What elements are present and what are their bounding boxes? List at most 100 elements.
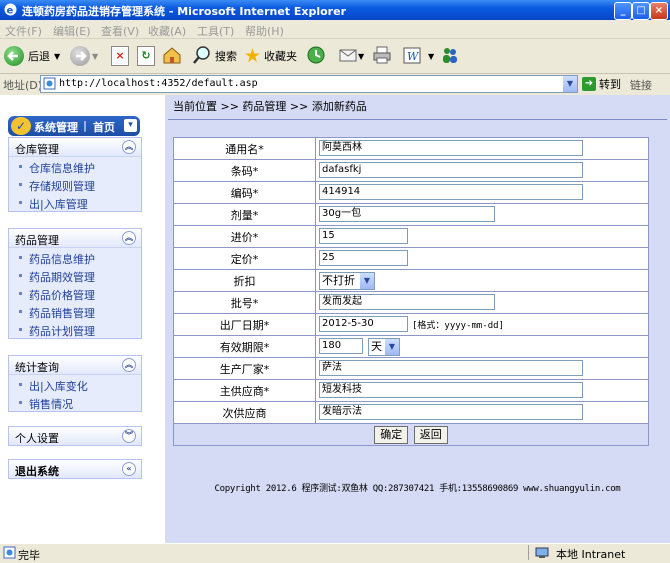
edit-button[interactable]: W ▼ (402, 45, 434, 67)
address-input[interactable]: http://localhost:4352/default.asp ▼ (40, 75, 578, 93)
menu-view[interactable]: 查看(V) (101, 23, 139, 39)
window-title: 连顿药房药品进销存管理系统 - Microsoft Internet Explo… (22, 5, 346, 18)
history-button[interactable] (306, 45, 326, 67)
breadcrumb: 当前位置 >> 药品管理 >> 添加新药品 (173, 100, 367, 113)
sidebar-item-drug-expiry[interactable]: 药品期效管理 (9, 266, 141, 284)
sidebar-section-logout: 退出系统 « (8, 459, 142, 479)
star-icon: ★ (244, 45, 262, 67)
ie-icon: e (3, 2, 18, 17)
batch-input[interactable]: 发而发起 (319, 294, 495, 310)
sidebar-section-drugs: 药品管理 ︽ 药品信息维护 药品期效管理 药品价格管理 药品销售管理 药品计划管… (8, 228, 142, 339)
sidebar-item-sales-status[interactable]: 销售情况 (9, 393, 141, 411)
back-dropdown-icon[interactable]: ▼ (54, 52, 60, 61)
menu-favorites[interactable]: 收藏(A) (148, 23, 186, 39)
go-button[interactable]: ➜ 转到 (582, 75, 621, 92)
second-supplier-input[interactable]: 发暗示法 (319, 404, 583, 420)
close-button[interactable]: × (650, 2, 668, 20)
search-button[interactable]: 搜索 (192, 45, 237, 67)
back-button[interactable]: 返回 (413, 425, 448, 444)
sidebar-item-storage-rules[interactable]: 存储规则管理 (9, 175, 141, 193)
menu-edit[interactable]: 编辑(E) (53, 23, 91, 39)
home-button[interactable] (162, 45, 182, 67)
chevron-down-icon: ▼ (385, 339, 399, 355)
messenger-icon (440, 45, 460, 68)
mail-dropdown-icon[interactable]: ▼ (358, 52, 364, 61)
forward-dropdown-icon[interactable]: ▼ (92, 52, 98, 61)
home-link[interactable]: 首页 (93, 119, 115, 135)
field-label: 次供应商 (173, 401, 316, 424)
collapse-icon[interactable]: ︽ (122, 358, 136, 372)
mail-button[interactable]: ▼ (338, 45, 364, 67)
messenger-button[interactable] (440, 45, 460, 67)
sidebar-item-in-out-change[interactable]: 出|入库变化 (9, 375, 141, 393)
barcode-input[interactable]: dafasfkj (319, 162, 583, 178)
form-row-code: 编码* 414914 (173, 181, 649, 204)
sidebar-item-drug-sales[interactable]: 药品销售管理 (9, 302, 141, 320)
section-title: 个人设置 (15, 432, 59, 445)
section-header[interactable]: 统计查询 ︽ (9, 356, 141, 375)
go-arrow-icon: ➜ (582, 76, 596, 91)
sidebar-item-drug-price[interactable]: 药品价格管理 (9, 284, 141, 302)
field-label: 通用名* (173, 137, 316, 160)
sidebar-logo: ✓ 系统管理 | 首页 ▾ (8, 116, 140, 136)
discount-select[interactable]: 不打折 ▼ (319, 272, 375, 290)
search-icon (192, 45, 212, 68)
links-label[interactable]: 链接 (630, 77, 652, 93)
expand-icon[interactable]: ︾ (122, 429, 136, 443)
purchase-price-input[interactable]: 15 (319, 228, 408, 244)
form-row-barcode: 条码* dafasfkj (173, 159, 649, 182)
back-arrow-icon (4, 46, 24, 66)
page-content: ✓ 系统管理 | 首页 ▾ 仓库管理 ︽ 仓库信息维护 存储规则管理 出|入库管… (0, 95, 670, 543)
favorites-button[interactable]: ★ 收藏夹 (244, 45, 297, 67)
edit-dropdown-icon[interactable]: ▼ (428, 52, 434, 61)
back-button[interactable]: 后退 ▼ (4, 45, 60, 67)
validity-input[interactable]: 180 (319, 338, 363, 354)
forward-button[interactable]: ▼ (70, 45, 98, 67)
form-row-validity: 有效期限* 180 天 ▼ (173, 335, 649, 358)
section-header[interactable]: 仓库管理 ︽ (9, 138, 141, 157)
section-title: 药品管理 (15, 234, 59, 247)
copyright-footer: Copyright 2012.6 程序测试:双鱼林 QQ:287307421 手… (214, 484, 621, 494)
logo-expand-icon[interactable]: ▾ (124, 119, 137, 132)
main-panel: 当前位置 >> 药品管理 >> 添加新药品 通用名* 阿莫西林 条码* dafa… (165, 95, 670, 543)
menu-bar: 文件(F) 编辑(E) 查看(V) 收藏(A) 工具(T) 帮助(H) (0, 20, 670, 39)
address-bar: 地址(D) http://localhost:4352/default.asp … (0, 74, 670, 94)
menu-file[interactable]: 文件(F) (5, 23, 42, 39)
sidebar-item-in-out[interactable]: 出|入库管理 (9, 193, 141, 211)
favorites-label: 收藏夹 (264, 50, 298, 63)
minimize-button[interactable]: _ (614, 2, 632, 20)
sidebar-section-stats: 统计查询 ︽ 出|入库变化 销售情况 (8, 355, 142, 412)
list-price-input[interactable]: 25 (319, 250, 408, 266)
field-label: 编码* (173, 181, 316, 204)
dosage-input[interactable]: 30g一包 (319, 206, 495, 222)
print-button[interactable] (372, 45, 392, 67)
sidebar-section-personal: 个人设置 ︾ (8, 426, 142, 446)
section-header[interactable]: 药品管理 ︽ (9, 229, 141, 248)
manufacturer-input[interactable]: 萨法 (319, 360, 583, 376)
main-supplier-input[interactable]: 短发科技 (319, 382, 583, 398)
confirm-button[interactable]: 确定 (374, 425, 409, 444)
form-row-main-supplier: 主供应商* 短发科技 (173, 379, 649, 402)
generic-name-input[interactable]: 阿莫西林 (319, 140, 583, 156)
menu-help[interactable]: 帮助(H) (245, 23, 284, 39)
field-label: 定价* (173, 247, 316, 270)
logout-arrow-icon[interactable]: « (122, 462, 136, 476)
status-text: 完毕 (18, 549, 40, 562)
stop-button[interactable]: × (111, 45, 129, 67)
menu-tools[interactable]: 工具(T) (197, 23, 234, 39)
collapse-icon[interactable]: ︽ (122, 231, 136, 245)
sidebar-item-drug-info[interactable]: 药品信息维护 (9, 248, 141, 266)
address-dropdown-icon[interactable]: ▼ (563, 76, 577, 92)
section-header[interactable]: 个人设置 ︾ (9, 427, 141, 445)
code-input[interactable]: 414914 (319, 184, 583, 200)
collapse-icon[interactable]: ︽ (122, 140, 136, 154)
maximize-button[interactable]: □ (632, 2, 650, 20)
refresh-button[interactable]: ↻ (137, 45, 155, 67)
manufacture-date-input[interactable]: 2012-5-30 (319, 316, 408, 332)
section-header[interactable]: 退出系统 « (9, 460, 141, 478)
validity-unit-select[interactable]: 天 ▼ (368, 338, 400, 356)
sidebar: ✓ 系统管理 | 首页 ▾ 仓库管理 ︽ 仓库信息维护 存储规则管理 出|入库管… (0, 95, 165, 543)
logo-text: 系统管理 (34, 121, 78, 134)
sidebar-item-warehouse-info[interactable]: 仓库信息维护 (9, 157, 141, 175)
sidebar-item-drug-plan[interactable]: 药品计划管理 (9, 320, 141, 338)
